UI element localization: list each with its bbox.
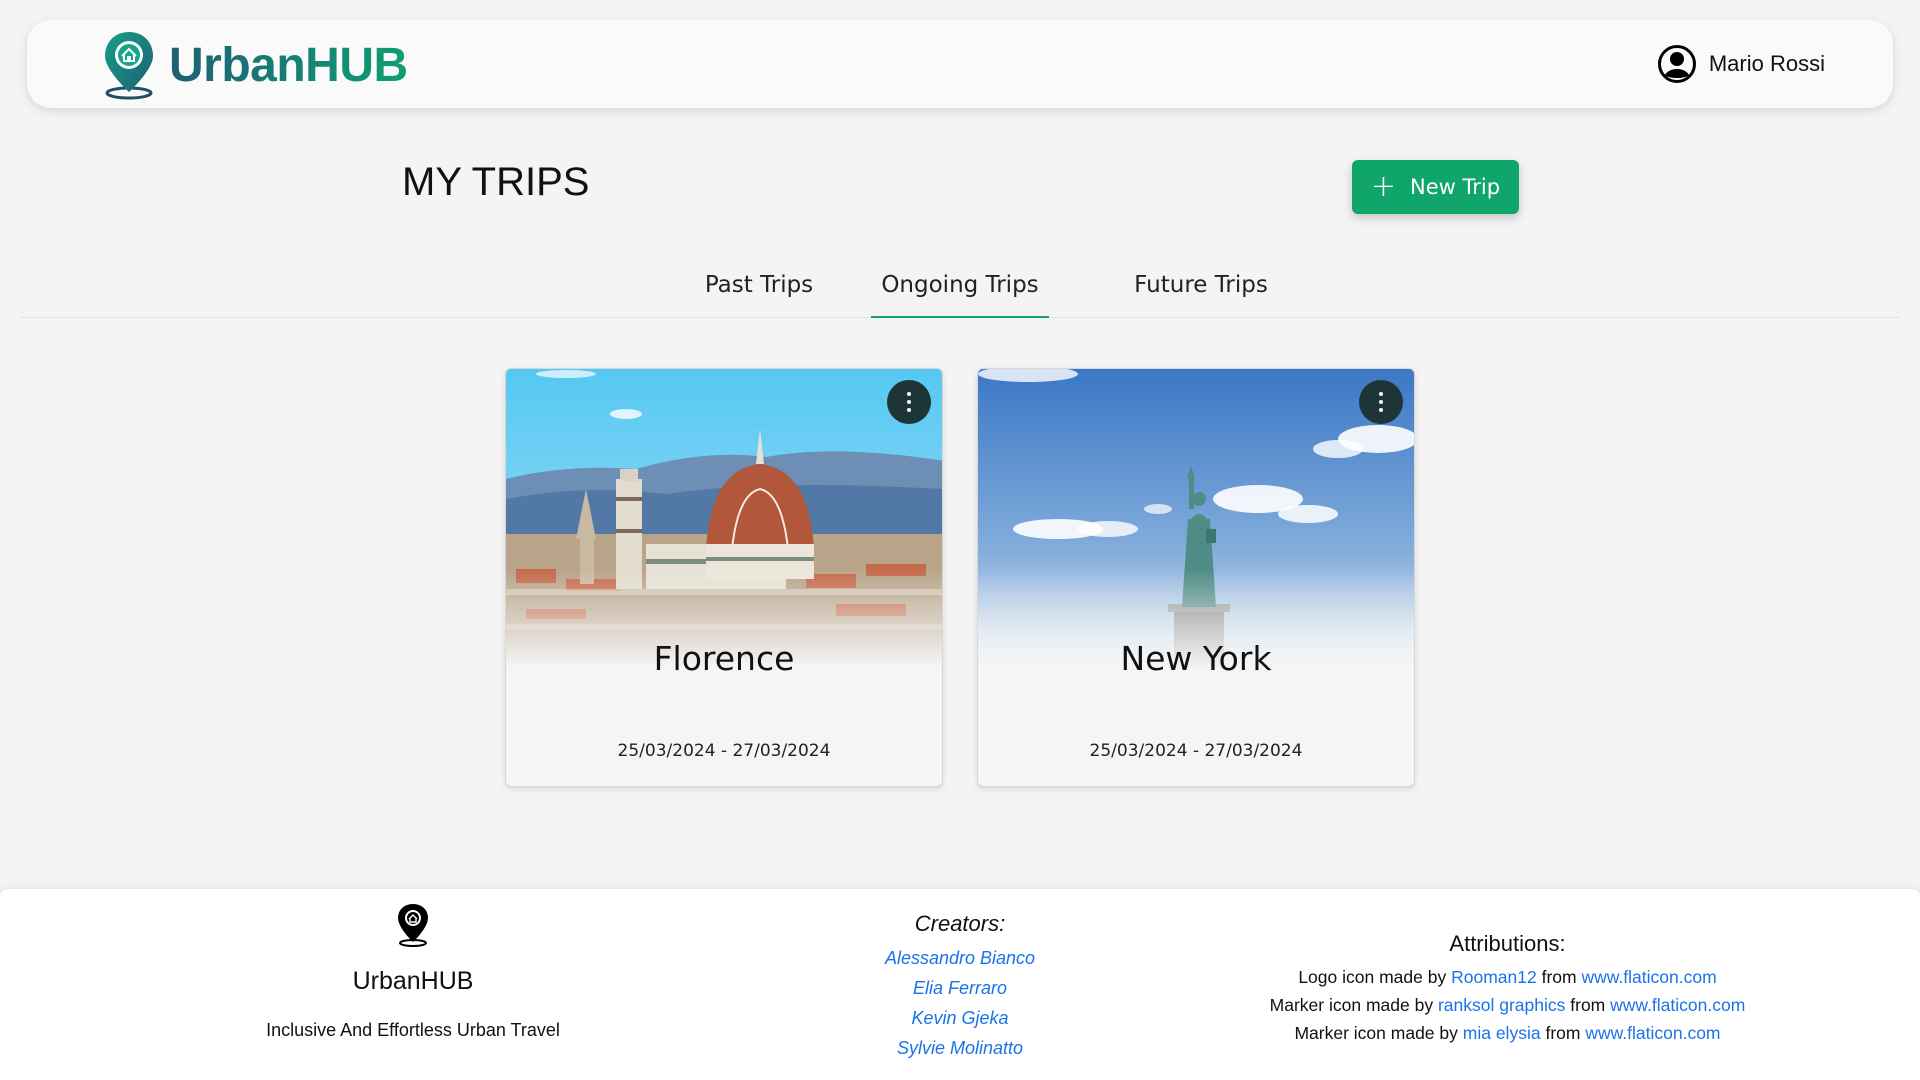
creators-title: Creators: <box>914 911 1006 936</box>
attribution-site-link[interactable]: www.flaticon.com <box>1610 995 1745 1015</box>
trip-options-button[interactable] <box>887 380 931 424</box>
plus-icon: + <box>1370 169 1397 204</box>
attribution-author-link[interactable]: Rooman12 <box>1451 967 1537 987</box>
new-trip-label: New Trip <box>1410 175 1501 199</box>
trip-city-name: New York <box>1120 639 1272 678</box>
trip-options-button[interactable] <box>1359 380 1403 424</box>
trip-card-florence[interactable]: Florence 25/03/2024 - 27/03/2024 <box>505 368 943 787</box>
creator-link[interactable]: Kevin Gjeka <box>810 1003 1110 1033</box>
trip-dates: 25/03/2024 - 27/03/2024 <box>617 741 831 761</box>
footer-attributions: Attributions: Logo icon made by Rooman12… <box>1220 931 1795 1047</box>
top-navbar: UrbanHUB Mario Rossi <box>27 20 1893 108</box>
tab-past-trips[interactable]: Past Trips <box>664 268 854 318</box>
footer-brand: UrbanHUB Inclusive And Effortless Urban … <box>213 903 613 1041</box>
attribution-line: Logo icon made by Rooman12 from www.flat… <box>1220 963 1795 991</box>
attribution-line: Marker icon made by ranksol graphics fro… <box>1220 991 1795 1019</box>
user-avatar-icon <box>1657 45 1696 83</box>
creator-link[interactable]: Elia Ferraro <box>810 973 1110 1003</box>
attribution-from: from <box>1541 967 1577 987</box>
map-pin-logo-icon <box>398 904 428 947</box>
attribution-site-link[interactable]: www.flaticon.com <box>1585 1023 1720 1043</box>
attribution-author-link[interactable]: ranksol graphics <box>1438 995 1565 1015</box>
creator-link[interactable]: Alessandro Bianco <box>810 943 1110 973</box>
brand-name: UrbanHUB <box>169 38 408 92</box>
tab-label: Ongoing Trips <box>881 272 1039 298</box>
dot <box>1379 392 1383 396</box>
footer-creators: Creators: Alessandro Bianco Elia Ferraro… <box>810 911 1110 1063</box>
footer: UrbanHUB Inclusive And Effortless Urban … <box>0 889 1920 1080</box>
attribution-prefix: Marker icon made by <box>1269 995 1434 1015</box>
trip-city-name: Florence <box>653 639 795 678</box>
tab-label: Future Trips <box>1134 272 1268 298</box>
creator-link[interactable]: Sylvie Molinatto <box>810 1033 1110 1063</box>
dot <box>1379 408 1383 412</box>
attribution-author-link[interactable]: mia elysia <box>1463 1023 1541 1043</box>
page-title: MY TRIPS <box>402 160 590 204</box>
new-trip-button[interactable]: + New Trip <box>1352 160 1519 214</box>
user-profile-button[interactable]: Mario Rossi <box>1657 44 1825 84</box>
dot <box>907 400 911 404</box>
attribution-prefix: Logo icon made by <box>1298 967 1447 987</box>
attributions-title: Attributions: <box>1449 931 1566 956</box>
attribution-prefix: Marker icon made by <box>1294 1023 1458 1043</box>
user-name: Mario Rossi <box>1708 51 1825 76</box>
footer-tagline: Inclusive And Effortless Urban Travel <box>266 1020 560 1040</box>
trip-dates: 25/03/2024 - 27/03/2024 <box>1089 741 1303 761</box>
dot <box>1379 400 1383 404</box>
trip-card-new-york[interactable]: New York 25/03/2024 - 27/03/2024 <box>977 368 1415 787</box>
trip-tabs: Past Trips Ongoing Trips Future Trips <box>20 262 1900 318</box>
dot <box>907 408 911 412</box>
tab-label: Past Trips <box>704 272 814 298</box>
attribution-from: from <box>1545 1023 1581 1043</box>
tab-ongoing-trips[interactable]: Ongoing Trips <box>871 268 1049 318</box>
attribution-from: from <box>1570 995 1606 1015</box>
brand-logo[interactable]: UrbanHUB <box>103 30 408 100</box>
attribution-site-link[interactable]: www.flaticon.com <box>1581 967 1716 987</box>
tab-future-trips[interactable]: Future Trips <box>1106 268 1296 318</box>
dot <box>907 392 911 396</box>
map-pin-logo-icon <box>105 32 153 100</box>
attribution-line: Marker icon made by mia elysia from www.… <box>1220 1019 1795 1047</box>
footer-brand-name: UrbanHUB <box>352 967 474 995</box>
